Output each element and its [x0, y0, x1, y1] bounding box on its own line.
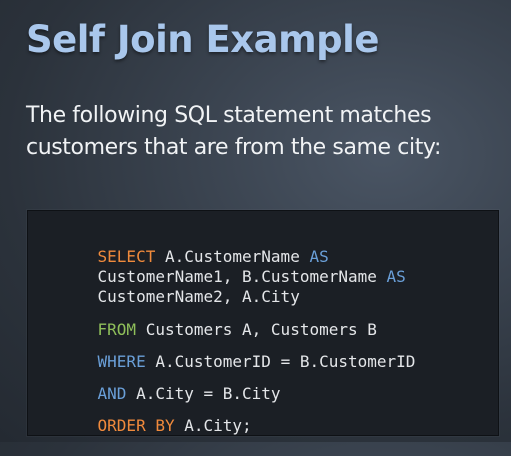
- code-token: AS: [386, 267, 406, 286]
- code-line-order-by: ORDER BY A.City;: [59, 396, 252, 456]
- sql-code-block: SELECT A.CustomerName AS CustomerName1, …: [27, 210, 499, 436]
- subtitle-line: customers that are from the same city:: [26, 135, 441, 160]
- subtitle-line: The following SQL statement matches: [26, 103, 432, 128]
- slide-subtitle: The following SQL statement matches cust…: [26, 100, 496, 164]
- slide-title: Self Join Example: [26, 18, 379, 61]
- code-token: ORDER BY: [97, 416, 175, 435]
- code-token: A.City;: [174, 416, 252, 435]
